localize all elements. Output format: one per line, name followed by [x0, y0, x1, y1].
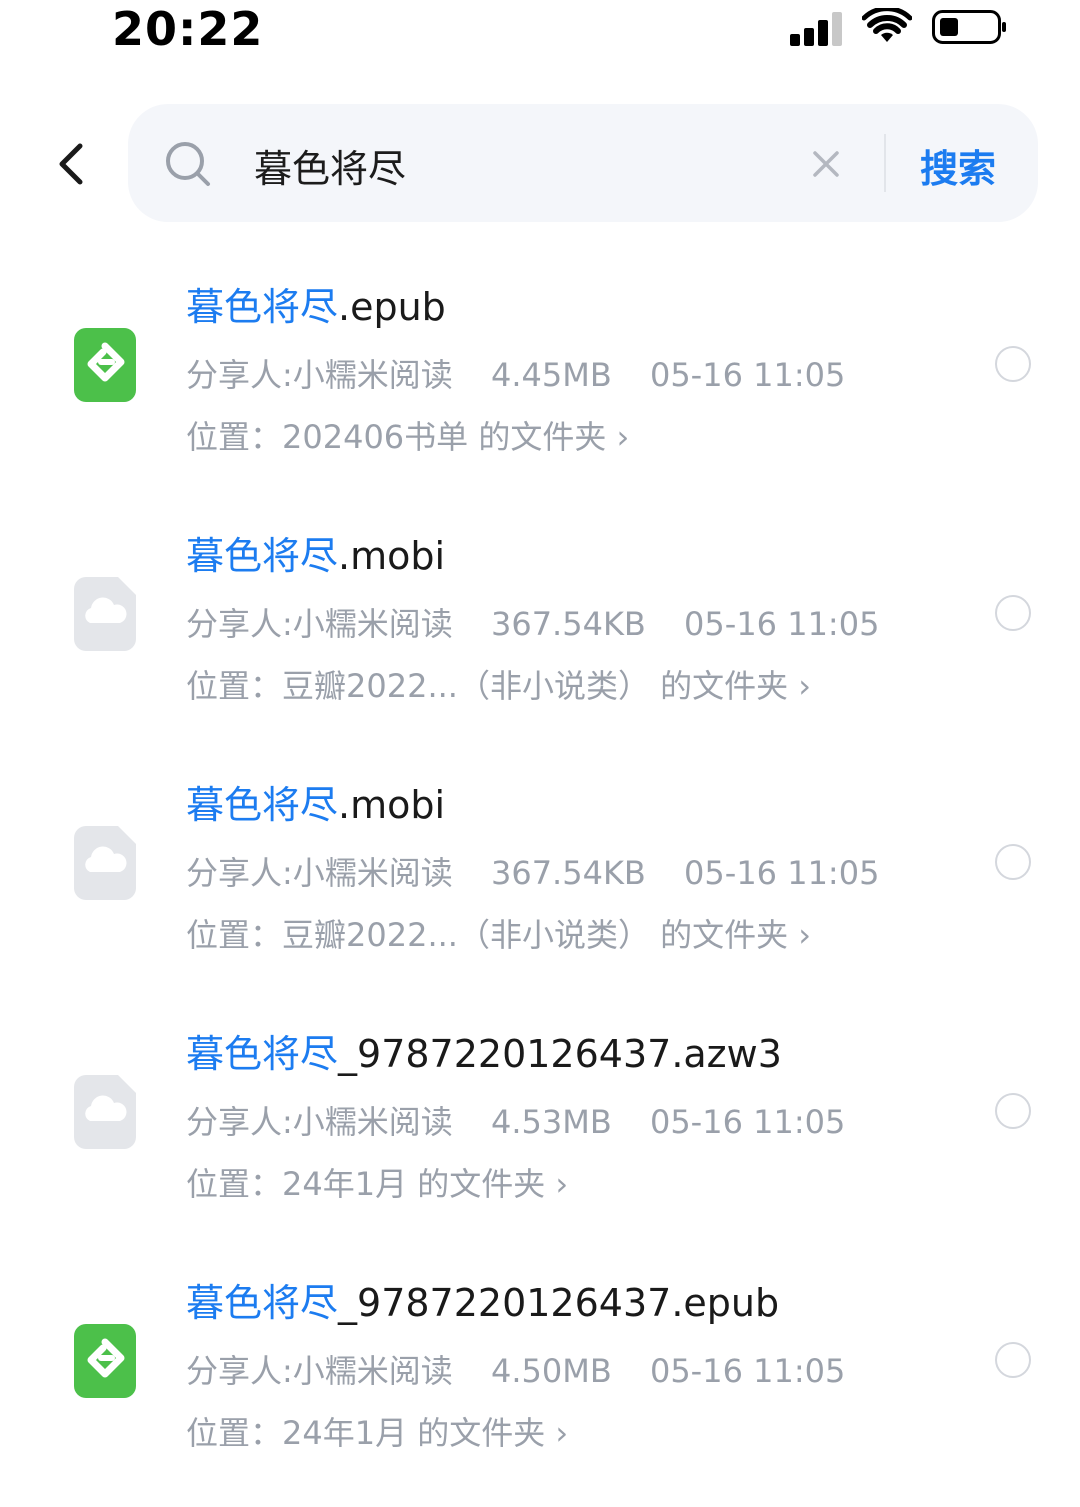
file-location-link[interactable]: 位置：202406书单 的文件夹 ›	[186, 412, 629, 458]
clear-search-icon[interactable]	[812, 150, 840, 178]
search-submit-button[interactable]: 搜索	[920, 138, 996, 193]
search-result-list: 暮色将尽.epub 分享人:小糯米阅读 4.45MB 05-16 11:05 位…	[0, 262, 1080, 1507]
file-location-link[interactable]: 位置：24年1月 的文件夹 ›	[186, 1408, 568, 1454]
file-sharer: 分享人:小糯米阅读	[186, 605, 453, 643]
select-radio[interactable]	[995, 595, 1031, 631]
search-divider	[884, 134, 886, 192]
file-name-highlight: 暮色将尽	[186, 1281, 339, 1325]
file-name-highlight: 暮色将尽	[186, 1032, 339, 1076]
file-meta: 分享人:小糯米阅读 4.45MB 05-16 11:05	[186, 350, 873, 396]
file-name-rest: _9787220126437.epub	[338, 1281, 780, 1325]
search-icon	[166, 142, 210, 186]
file-name[interactable]: 暮色将尽_9787220126437.epub	[186, 1272, 779, 1327]
epub-icon	[74, 1324, 136, 1398]
cloud-file-icon	[74, 826, 136, 900]
file-sharer: 分享人:小糯米阅读	[186, 356, 453, 394]
file-meta: 分享人:小糯米阅读 367.54KB 05-16 11:05	[186, 599, 907, 645]
file-size: 4.50MB	[490, 1352, 612, 1390]
back-button[interactable]	[52, 140, 92, 188]
search-input[interactable]: 暮色将尽	[254, 138, 406, 193]
result-item[interactable]: 暮色将尽_9787220126437.azw3 分享人:小糯米阅读 4.53MB…	[0, 1009, 1080, 1258]
file-size: 4.53MB	[490, 1103, 612, 1141]
select-radio[interactable]	[995, 1093, 1031, 1129]
file-location-link[interactable]: 位置：豆瓣2022...（非小说类） 的文件夹 ›	[186, 910, 811, 956]
file-sharer: 分享人:小糯米阅读	[186, 1103, 453, 1141]
file-size: 4.45MB	[490, 356, 612, 394]
result-item[interactable]: 暮色将尽.mobi 分享人:小糯米阅读 367.54KB 05-16 11:05…	[0, 511, 1080, 760]
file-name[interactable]: 暮色将尽.mobi	[186, 774, 445, 829]
file-date: 05-16 11:05	[649, 1103, 846, 1141]
cellular-signal-icon	[790, 10, 846, 46]
file-size: 367.54KB	[490, 605, 646, 643]
battery-icon	[932, 10, 1006, 44]
file-size: 367.54KB	[490, 854, 646, 892]
status-time: 20:22	[112, 2, 264, 56]
file-sharer: 分享人:小糯米阅读	[186, 1352, 453, 1390]
result-item[interactable]: 暮色将尽.epub 分享人:小糯米阅读 4.45MB 05-16 11:05 位…	[0, 262, 1080, 511]
file-name-rest: .mobi	[338, 783, 446, 827]
file-date: 05-16 11:05	[649, 356, 846, 394]
wifi-icon	[862, 8, 912, 42]
file-name-highlight: 暮色将尽	[186, 285, 339, 329]
file-name[interactable]: 暮色将尽.mobi	[186, 525, 445, 580]
file-meta: 分享人:小糯米阅读 367.54KB 05-16 11:05	[186, 848, 907, 894]
cloud-file-icon	[74, 577, 136, 651]
file-meta: 分享人:小糯米阅读 4.53MB 05-16 11:05	[186, 1097, 873, 1143]
file-name-highlight: 暮色将尽	[186, 534, 339, 578]
file-name-rest: _9787220126437.azw3	[338, 1032, 782, 1076]
file-location-link[interactable]: 位置：豆瓣2022...（非小说类） 的文件夹 ›	[186, 661, 811, 707]
result-item[interactable]: 暮色将尽_9787220126437.epub 分享人:小糯米阅读 4.50MB…	[0, 1258, 1080, 1507]
file-meta: 分享人:小糯米阅读 4.50MB 05-16 11:05	[186, 1346, 873, 1392]
file-name-rest: .epub	[338, 285, 446, 329]
file-date: 05-16 11:05	[649, 1352, 846, 1390]
file-date: 05-16 11:05	[684, 854, 880, 892]
epub-icon	[74, 328, 136, 402]
file-name[interactable]: 暮色将尽.epub	[186, 276, 446, 331]
select-radio[interactable]	[995, 346, 1031, 382]
file-sharer: 分享人:小糯米阅读	[186, 854, 453, 892]
select-radio[interactable]	[995, 1342, 1031, 1378]
file-name[interactable]: 暮色将尽_9787220126437.azw3	[186, 1023, 782, 1078]
status-bar: 20:22	[0, 0, 1080, 60]
search-bar: 暮色将尽 搜索	[128, 104, 1038, 222]
file-date: 05-16 11:05	[684, 605, 880, 643]
select-radio[interactable]	[995, 844, 1031, 880]
file-location-link[interactable]: 位置：24年1月 的文件夹 ›	[186, 1159, 568, 1205]
result-item[interactable]: 暮色将尽.mobi 分享人:小糯米阅读 367.54KB 05-16 11:05…	[0, 760, 1080, 1009]
file-name-highlight: 暮色将尽	[186, 783, 339, 827]
file-name-rest: .mobi	[338, 534, 446, 578]
cloud-file-icon	[74, 1075, 136, 1149]
